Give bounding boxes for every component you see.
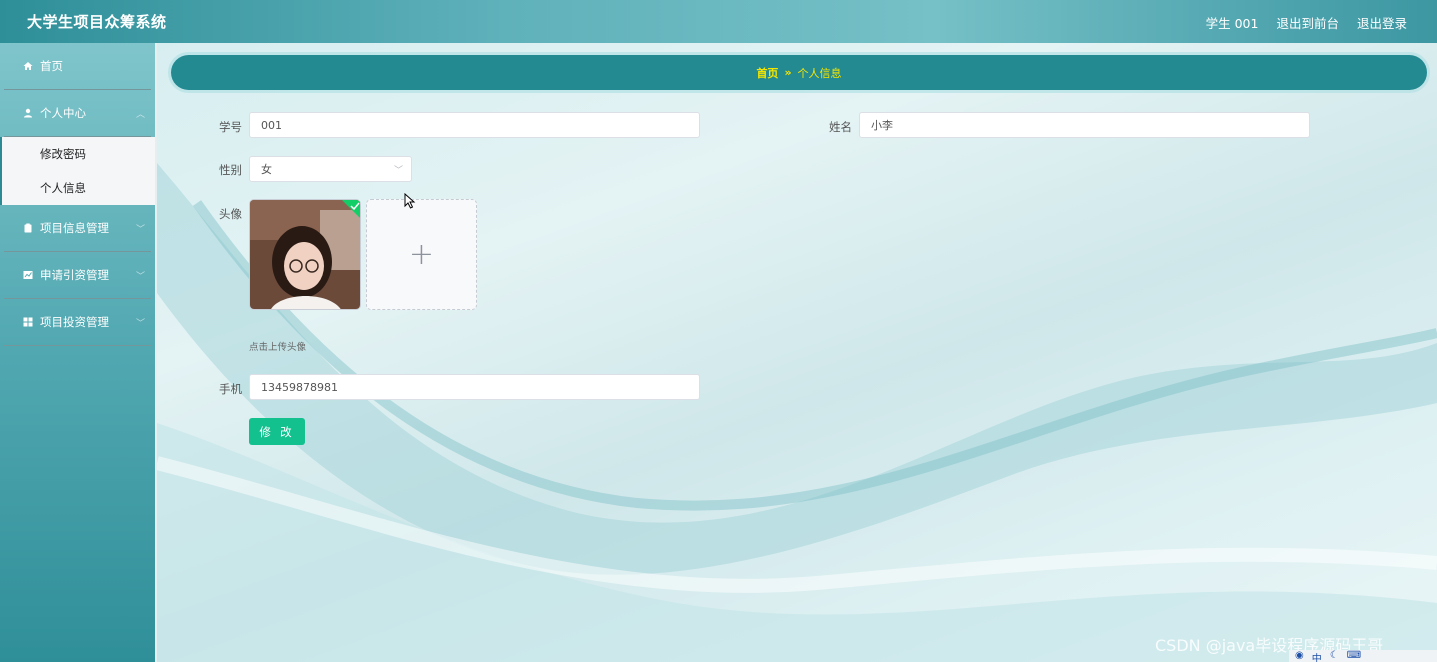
grid-icon: [22, 317, 34, 327]
student-id-input[interactable]: 001: [249, 112, 700, 138]
avatar-photo: [250, 200, 360, 309]
ime-icon[interactable]: ◉: [1295, 650, 1304, 662]
update-button[interactable]: 修 改: [249, 418, 305, 445]
main-content: 首页 » 个人信息 学号 001 姓名 小李 性别 女 ﹀ 头像 + 点击上传头…: [157, 43, 1437, 662]
double-chevron-right-icon: »: [784, 66, 792, 79]
mouse-cursor-icon: [404, 193, 416, 209]
sidebar-item-label: 首页: [40, 59, 63, 73]
plus-icon: +: [408, 237, 435, 272]
submenu-item-personal-info[interactable]: 个人信息: [2, 171, 155, 205]
sidebar-item-project-investment[interactable]: 项目投资管理 ﹀: [0, 299, 155, 345]
breadcrumb-home[interactable]: 首页: [756, 65, 778, 81]
submenu-item-label: 修改密码: [40, 147, 86, 161]
user-icon: [22, 108, 34, 118]
top-header: 大学生项目众筹系统 学生 001 退出到前台 退出登录: [0, 0, 1437, 43]
breadcrumb-current: 个人信息: [797, 66, 842, 80]
chevron-up-icon: ︿: [135, 110, 145, 120]
sidebar-item-label: 项目投资管理: [40, 315, 109, 329]
ime-language-label[interactable]: 中: [1312, 650, 1322, 662]
sidebar-item-funding-application[interactable]: 申请引资管理 ﹀: [0, 252, 155, 298]
phone-input[interactable]: 13459878981: [249, 374, 700, 400]
menu-divider: [4, 345, 151, 346]
moon-icon: ☾: [1329, 650, 1339, 661]
phone-value: 13459878981: [261, 380, 338, 394]
logout-link[interactable]: 退出登录: [1357, 13, 1407, 32]
breadcrumb: 首页 » 个人信息: [171, 55, 1427, 90]
chevron-down-icon: ﹀: [135, 225, 145, 235]
home-icon: [22, 61, 34, 71]
submenu-item-change-password[interactable]: 修改密码: [2, 137, 155, 171]
avatar-label: 头像: [219, 207, 242, 221]
avatar-upload-button[interactable]: +: [366, 199, 477, 310]
keyboard-icon: ⌨: [1346, 650, 1362, 661]
chart-icon: [22, 270, 34, 280]
header-actions: 学生 001 退出到前台 退出登录: [1206, 13, 1407, 32]
sidebar-item-home[interactable]: 首页: [0, 43, 155, 89]
chevron-down-icon: ﹀: [393, 166, 403, 176]
sidebar-item-label: 个人中心: [40, 106, 86, 120]
current-user-label: 学生 001: [1205, 16, 1259, 31]
system-tray: ◉ 中 ☾ ⌨: [1289, 650, 1437, 662]
submenu-personal-center: 修改密码 个人信息: [0, 137, 155, 205]
submenu-item-label: 个人信息: [40, 181, 86, 195]
sidebar-item-label: 项目信息管理: [40, 221, 109, 235]
sidebar-item-personal-center[interactable]: 个人中心 ︿: [0, 90, 155, 136]
student-id-label: 学号: [219, 120, 242, 134]
name-label: 姓名: [829, 120, 852, 134]
name-input[interactable]: 小李: [859, 112, 1310, 138]
sidebar: 首页 个人中心 ︿ 修改密码 个人信息 项目信息管理 ﹀ 申请引资管理 ﹀ 项目…: [0, 43, 157, 662]
chevron-down-icon: ﹀: [135, 319, 145, 329]
chevron-down-icon: ﹀: [135, 272, 145, 282]
avatar-image[interactable]: [249, 199, 361, 310]
clipboard-icon: [22, 223, 34, 233]
upload-tip: 点击上传头像: [249, 342, 307, 353]
gender-value: 女: [261, 163, 272, 176]
sidebar-item-project-info[interactable]: 项目信息管理 ﹀: [0, 205, 155, 251]
student-id-value: 001: [261, 118, 282, 132]
gender-select[interactable]: 女 ﹀: [249, 156, 412, 182]
app-title: 大学生项目众筹系统: [27, 13, 167, 31]
phone-label: 手机: [219, 382, 242, 396]
name-value: 小李: [871, 119, 893, 132]
gender-label: 性别: [219, 163, 242, 177]
sidebar-item-label: 申请引资管理: [40, 268, 109, 282]
exit-to-front-link[interactable]: 退出到前台: [1276, 13, 1339, 32]
